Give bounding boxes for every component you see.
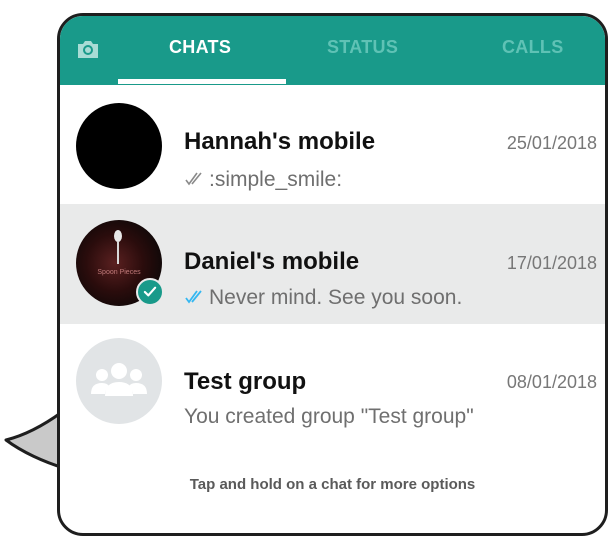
chat-name: Test group <box>184 368 307 395</box>
chat-name: Hannah's mobile <box>184 128 376 155</box>
screenshot-stage: CHATS STATUS CALLS Hannah's mobile 25/01… <box>0 0 616 546</box>
group-icon <box>91 363 147 396</box>
double-tick-blue-icon <box>185 290 202 304</box>
chat-date: 25/01/2018 <box>506 133 597 153</box>
spoon-icon <box>114 230 122 264</box>
chat-name: Daniel's mobile <box>184 248 360 275</box>
chat-preview: You created group "Test group" <box>184 405 474 429</box>
hint-text: Tap and hold on a chat for more options <box>189 476 476 493</box>
active-tab-indicator <box>118 79 286 84</box>
avatar[interactable] <box>76 338 162 424</box>
camera-icon[interactable] <box>76 39 100 59</box>
chat-row-hannah[interactable]: Hannah's mobile 25/01/2018 :simple_smile… <box>60 88 605 204</box>
phone-screen: CHATS STATUS CALLS Hannah's mobile 25/01… <box>57 13 608 536</box>
chat-row-daniel[interactable]: Spoon Pieces Daniel's mobile 17/01/2018 … <box>60 204 605 324</box>
tab-chats[interactable]: CHATS <box>169 37 231 58</box>
chat-row-test-group[interactable]: Test group 08/01/2018 You created group … <box>60 324 605 440</box>
double-tick-grey-icon <box>185 172 202 186</box>
chat-date: 17/01/2018 <box>506 253 597 273</box>
selected-check-icon <box>136 278 164 306</box>
avatar-caption: Spoon Pieces <box>97 269 141 276</box>
avatar[interactable]: Spoon Pieces <box>76 220 164 306</box>
avatar[interactable] <box>76 103 162 189</box>
chat-date: 08/01/2018 <box>506 372 597 392</box>
tab-bar: CHATS STATUS CALLS <box>60 16 605 85</box>
chat-preview-text: :simple_smile: <box>209 168 343 191</box>
tab-status[interactable]: STATUS <box>327 37 398 58</box>
chat-preview-text: You created group "Test group" <box>184 405 474 428</box>
tab-calls[interactable]: CALLS <box>502 37 564 58</box>
chat-preview: :simple_smile: <box>184 168 342 192</box>
chat-preview-text: Never mind. See you soon. <box>209 286 463 309</box>
chat-preview: Never mind. See you soon. <box>184 286 462 310</box>
